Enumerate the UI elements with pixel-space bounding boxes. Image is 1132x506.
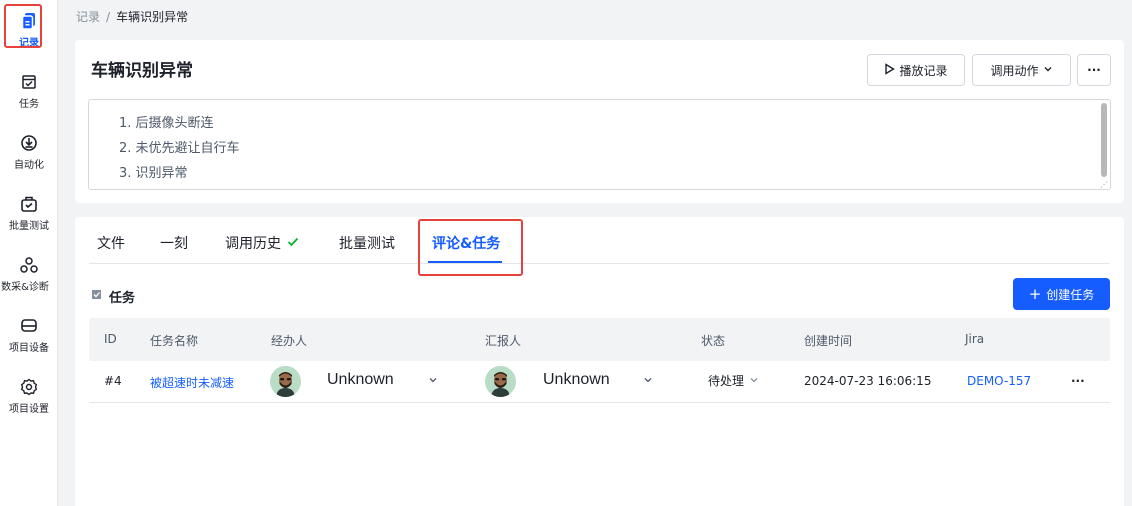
- tab-batch-test[interactable]: 批量测试: [339, 233, 395, 253]
- sidebar: 记录 任务 自动化 批量测试 数采&诊断 项目设备 项目设置: [0, 0, 58, 506]
- task-table-header: ID 任务名称 经办人 汇报人 状态 创建时间 Jira: [89, 318, 1110, 361]
- sidebar-item-devices[interactable]: 项目设备: [0, 309, 58, 361]
- batch-test-icon: [19, 194, 39, 214]
- column-header-id: ID: [104, 332, 117, 346]
- document-icon: [19, 11, 39, 31]
- row-more-button[interactable]: ···: [1071, 374, 1085, 388]
- description-line: 3. 识别异常: [119, 166, 188, 181]
- breadcrumb-current: 车辆识别异常: [116, 10, 189, 24]
- sidebar-item-batch-test[interactable]: 批量测试: [0, 187, 58, 239]
- description-line: 2. 未优先避让自行车: [119, 141, 240, 156]
- tab-label: 评论&任务: [432, 236, 501, 252]
- task-icon: [19, 72, 39, 92]
- tab-files[interactable]: 文件: [97, 233, 125, 253]
- check-icon: [287, 235, 299, 251]
- sidebar-item-label: 项目设备: [9, 343, 49, 354]
- sidebar-item-label: 数采&诊断: [1, 282, 49, 293]
- tab-label: 一刻: [160, 236, 188, 252]
- tab-moment[interactable]: 一刻: [160, 233, 188, 253]
- play-record-button[interactable]: 播放记录: [867, 54, 965, 86]
- sidebar-item-tasks[interactable]: 任务: [0, 65, 58, 117]
- play-icon: [884, 62, 896, 78]
- sidebar-item-label: 记录: [19, 38, 39, 49]
- tasks-section-title: 任务: [91, 287, 135, 306]
- column-header-name: 任务名称: [150, 334, 199, 348]
- resize-handle-icon[interactable]: ⋰: [1100, 180, 1108, 189]
- sidebar-item-records[interactable]: 记录: [0, 4, 58, 56]
- assignee-name: Unknown: [327, 371, 394, 388]
- sidebar-item-collect-diagnose[interactable]: 数采&诊断: [0, 248, 58, 300]
- invoke-action-button[interactable]: 调用动作: [972, 54, 1071, 86]
- column-header-created: 创建时间: [804, 334, 853, 348]
- jira-link[interactable]: DEMO-157: [967, 374, 1031, 388]
- tab-invoke-history[interactable]: 调用历史: [225, 233, 299, 253]
- created-time: 2024-07-23 16:06:15: [804, 374, 932, 388]
- breadcrumb-separator: /: [106, 9, 111, 24]
- chevron-down-icon[interactable]: [642, 374, 654, 386]
- task-name-link[interactable]: 被超速时未减速: [150, 374, 234, 391]
- table-row: #4 被超速时未减速 Unknown Unknown 待处理 2024-07-2…: [89, 361, 1110, 403]
- chevron-down-icon: [1043, 63, 1053, 77]
- page-title: 车辆识别异常: [91, 61, 193, 81]
- description-line: 1. 后摄像头断连: [119, 116, 214, 131]
- task-list-icon: [91, 289, 102, 304]
- collect-diagnose-icon: [19, 255, 39, 275]
- breadcrumb-root[interactable]: 记录: [76, 8, 100, 25]
- sidebar-item-label: 项目设置: [9, 404, 49, 415]
- chevron-down-icon[interactable]: [427, 374, 439, 386]
- active-tab-indicator: [428, 261, 502, 263]
- chevron-down-icon: [749, 374, 759, 388]
- avatar: [485, 366, 516, 397]
- task-id: #4: [104, 374, 122, 388]
- device-icon: [19, 316, 39, 336]
- status-value: 待处理: [708, 374, 745, 388]
- breadcrumb: 记录 / 车辆识别异常: [76, 8, 188, 25]
- invoke-action-label: 调用动作: [990, 63, 1039, 78]
- sidebar-item-settings[interactable]: 项目设置: [0, 370, 58, 422]
- sidebar-item-label: 任务: [19, 99, 39, 110]
- create-task-label: 创建任务: [1046, 287, 1095, 302]
- status-select[interactable]: 待处理: [708, 372, 759, 389]
- sidebar-item-label: 自动化: [14, 160, 44, 171]
- tabs-divider: [89, 263, 1110, 264]
- description-textarea[interactable]: 1. 后摄像头断连 2. 未优先避让自行车 3. 识别异常 ⋰: [88, 99, 1111, 190]
- play-record-label: 播放记录: [899, 63, 948, 78]
- record-header-card: 车辆识别异常 播放记录 调用动作 ··· 1. 后摄像头断连 2. 未优先避让自…: [75, 40, 1124, 203]
- tab-label: 调用历史: [225, 236, 281, 252]
- reporter-name: Unknown: [543, 371, 610, 388]
- tab-label: 文件: [97, 236, 125, 252]
- tab-comments-tasks[interactable]: 评论&任务: [432, 233, 500, 253]
- detail-card: 文件 一刻 调用历史 批量测试 评论&任务 任务 + 创建任务 ID 任务名称 …: [75, 217, 1124, 506]
- column-header-status: 状态: [701, 334, 726, 348]
- sidebar-item-automation[interactable]: 自动化: [0, 126, 58, 178]
- more-icon: ···: [1087, 63, 1101, 77]
- sidebar-item-label: 批量测试: [9, 221, 49, 232]
- tasks-section-label: 任务: [109, 291, 136, 306]
- more-actions-button[interactable]: ···: [1077, 54, 1111, 86]
- create-task-button[interactable]: + 创建任务: [1013, 278, 1110, 310]
- tab-label: 批量测试: [339, 236, 395, 252]
- automation-icon: [19, 133, 39, 153]
- column-header-jira: Jira: [965, 332, 985, 346]
- column-header-assignee: 经办人: [271, 334, 308, 348]
- description-scrollbar[interactable]: [1101, 103, 1107, 177]
- avatar: [270, 366, 301, 397]
- plus-icon: +: [1028, 284, 1042, 303]
- column-header-reporter: 汇报人: [485, 334, 522, 348]
- gear-icon: [19, 377, 39, 397]
